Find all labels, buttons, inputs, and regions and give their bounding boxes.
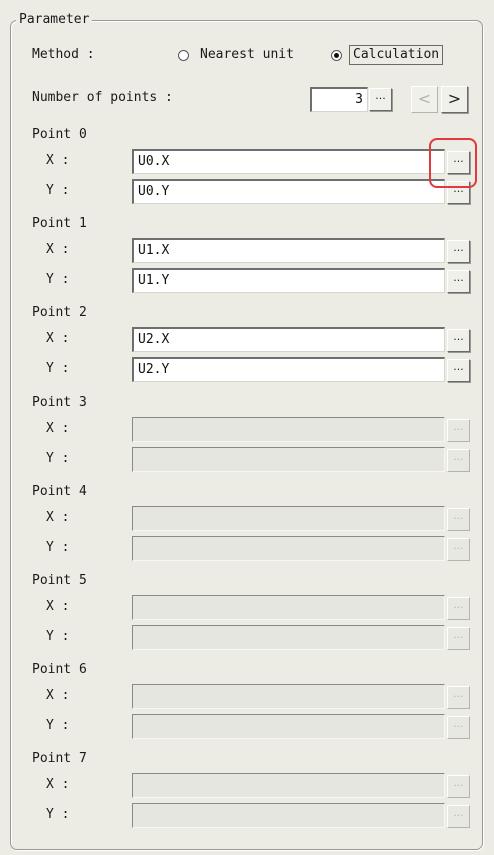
point-5-y-label: Y : <box>46 629 70 644</box>
point-7-x-label: X : <box>46 777 70 792</box>
number-of-points-input[interactable]: 3 <box>310 87 368 112</box>
point-3-x-input <box>132 417 445 442</box>
point-2-y-input[interactable]: U2.Y <box>132 357 445 382</box>
point-7-y-label: Y : <box>46 807 70 822</box>
point-2-x-ref-button[interactable]: ... <box>447 329 470 352</box>
point-2-x-label: X : <box>46 331 70 346</box>
point-6-x-input <box>132 684 445 709</box>
point-5-y-input <box>132 625 445 650</box>
point-3-x-label: X : <box>46 421 70 436</box>
ref-button-highlight <box>429 138 477 188</box>
point-7-y-input <box>132 803 445 828</box>
nearest-unit-label[interactable]: Nearest unit <box>200 46 294 64</box>
number-of-points-label: Number of points : <box>32 90 173 105</box>
point-4-x-label: X : <box>46 510 70 525</box>
point-3-title: Point 3 <box>32 395 87 410</box>
point-6-y-input <box>132 714 445 739</box>
point-3-y-input <box>132 447 445 472</box>
point-0-x-input[interactable]: U0.X <box>132 149 445 174</box>
point-0-y-input[interactable]: U0.Y <box>132 179 445 204</box>
point-6-x-label: X : <box>46 688 70 703</box>
point-1-title: Point 1 <box>32 216 87 231</box>
point-7-x-input <box>132 773 445 798</box>
parameter-group-title: Parameter <box>16 12 93 28</box>
chevron-left-icon[interactable]: < <box>411 86 438 113</box>
number-of-points-ref-button[interactable]: ... <box>369 88 392 111</box>
point-1-x-ref-button[interactable]: ... <box>447 240 470 263</box>
point-5-y-ref-button: ... <box>447 627 470 650</box>
point-2-x-input[interactable]: U2.X <box>132 327 445 352</box>
point-6-y-label: Y : <box>46 718 70 733</box>
point-6-y-ref-button: ... <box>447 716 470 739</box>
point-3-y-label: Y : <box>46 451 70 466</box>
chevron-right-icon[interactable]: > <box>441 86 468 113</box>
point-3-y-ref-button: ... <box>447 449 470 472</box>
point-1-x-input[interactable]: U1.X <box>132 238 445 263</box>
point-2-title: Point 2 <box>32 305 87 320</box>
point-6-x-ref-button: ... <box>447 686 470 709</box>
point-0-y-label: Y : <box>46 183 70 198</box>
point-4-y-ref-button: ... <box>447 538 470 561</box>
point-0-x-label: X : <box>46 153 70 168</box>
point-2-y-label: Y : <box>46 361 70 376</box>
point-1-y-label: Y : <box>46 272 70 287</box>
point-5-x-ref-button: ... <box>447 597 470 620</box>
point-3-x-ref-button: ... <box>447 419 470 442</box>
point-1-y-ref-button[interactable]: ... <box>447 270 470 293</box>
point-7-y-ref-button: ... <box>447 805 470 828</box>
point-4-y-input <box>132 536 445 561</box>
point-1-x-label: X : <box>46 242 70 257</box>
point-4-x-ref-button: ... <box>447 508 470 531</box>
point-1-y-input[interactable]: U1.Y <box>132 268 445 293</box>
point-7-title: Point 7 <box>32 751 87 766</box>
point-0-title: Point 0 <box>32 127 87 142</box>
point-4-y-label: Y : <box>46 540 70 555</box>
point-4-title: Point 4 <box>32 484 87 499</box>
point-6-title: Point 6 <box>32 662 87 677</box>
point-7-x-ref-button: ... <box>447 775 470 798</box>
calculation-label[interactable]: Calculation <box>349 45 444 65</box>
nearest-unit-radio[interactable] <box>178 50 189 61</box>
method-label: Method : <box>32 47 95 62</box>
parameter-panel: Parameter Method : Nearest unit Calculat… <box>0 0 494 855</box>
calculation-radio[interactable] <box>331 50 342 61</box>
point-5-x-label: X : <box>46 599 70 614</box>
point-5-title: Point 5 <box>32 573 87 588</box>
point-2-y-ref-button[interactable]: ... <box>447 359 470 382</box>
point-4-x-input <box>132 506 445 531</box>
point-5-x-input <box>132 595 445 620</box>
